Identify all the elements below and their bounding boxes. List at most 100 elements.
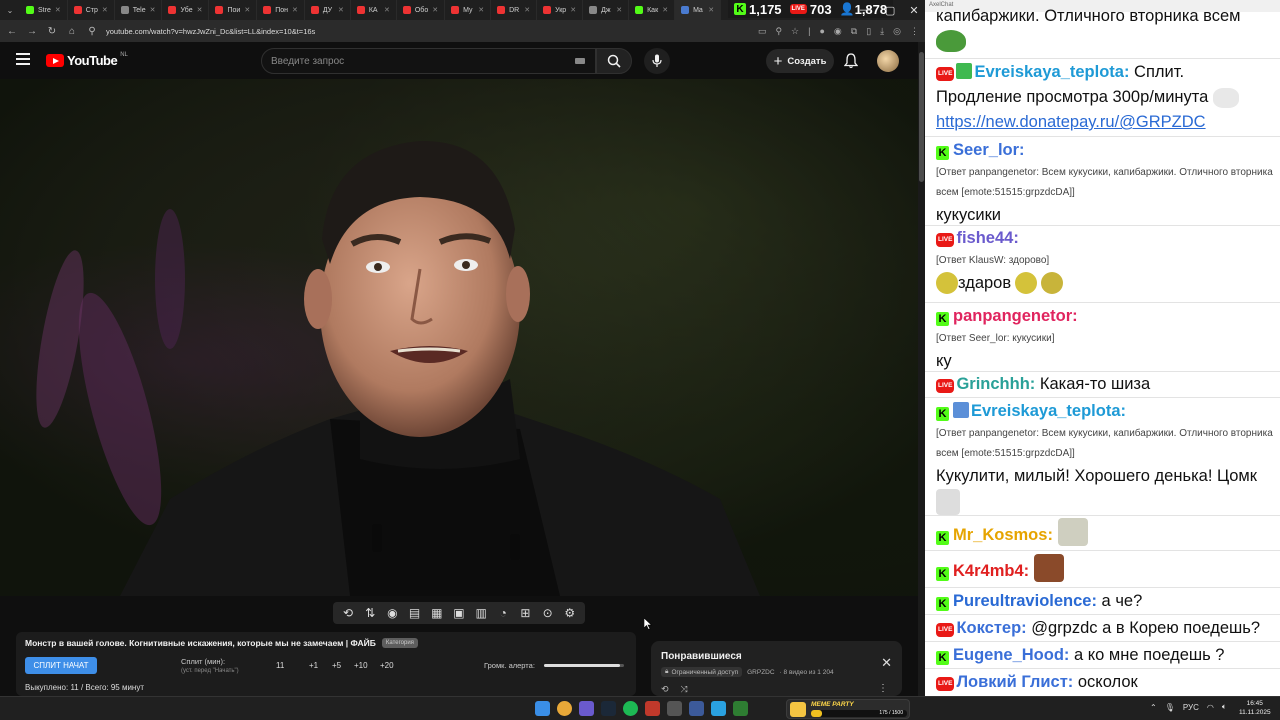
chat-username[interactable]: Eugene_Hood: xyxy=(953,646,1069,664)
film-icon[interactable]: ▦ xyxy=(430,606,444,620)
gear-icon[interactable]: ⚙ xyxy=(563,606,577,620)
download-icon[interactable]: ⤓ xyxy=(880,26,884,37)
language-indicator[interactable]: РУС xyxy=(1183,703,1199,712)
close-icon[interactable]: ✕ xyxy=(909,4,918,17)
app-icon[interactable] xyxy=(645,701,660,716)
browser-tab[interactable]: Ma ✕ xyxy=(675,0,722,20)
tab-close-icon[interactable]: ✕ xyxy=(662,6,668,14)
page-scrollbar[interactable] xyxy=(918,42,925,696)
notifications-button[interactable] xyxy=(842,52,860,70)
sidebar-icon[interactable]: ▯ xyxy=(866,26,871,37)
browser-tab[interactable]: Укр ✕ xyxy=(537,0,584,20)
chat-username[interactable]: Pureultraviolence: xyxy=(953,592,1097,610)
tab-close-icon[interactable]: ✕ xyxy=(197,6,203,14)
chat-username[interactable]: fishe44: xyxy=(956,229,1018,247)
tab-close-icon[interactable]: ✕ xyxy=(708,6,714,14)
back-icon[interactable]: ← xyxy=(6,26,18,37)
tab-search-icon[interactable]: ⌄ xyxy=(0,0,20,20)
screenshot-icon[interactable]: ⊙ xyxy=(541,606,555,620)
chrome-icon[interactable] xyxy=(557,701,572,716)
chat-username[interactable]: Grinchhh: xyxy=(956,375,1035,393)
chat-username[interactable]: Ловкий Глист: xyxy=(956,673,1073,691)
browser-tab[interactable]: Как ✕ xyxy=(629,0,676,20)
site-info-icon[interactable]: ⚲ xyxy=(86,26,98,37)
browser-tab[interactable]: DR ✕ xyxy=(491,0,538,20)
cards-icon[interactable]: ▤ xyxy=(408,606,422,620)
voice-search-button[interactable] xyxy=(644,48,670,74)
chat-username[interactable]: Mr_Kosmos: xyxy=(953,526,1053,544)
tab-close-icon[interactable]: ✕ xyxy=(244,6,250,14)
audio-icon[interactable]: ◉ xyxy=(385,606,399,620)
shuffle-icon[interactable]: ⤨ xyxy=(681,684,688,695)
create-button[interactable]: + Создать xyxy=(766,49,834,73)
keyboard-icon[interactable] xyxy=(575,58,585,64)
tab-close-icon[interactable]: ✕ xyxy=(616,6,622,14)
tab-close-icon[interactable]: ✕ xyxy=(570,6,576,14)
avatar[interactable] xyxy=(877,50,899,72)
chat-username[interactable]: Seer_lor: xyxy=(953,141,1025,159)
minimize-icon[interactable]: — xyxy=(860,4,871,16)
chevron-up-icon[interactable]: ⌃ xyxy=(1150,703,1157,712)
loop-icon[interactable]: ⟲ xyxy=(341,606,355,620)
tab-close-icon[interactable]: ✕ xyxy=(338,6,344,14)
screen-icon[interactable]: ▭ xyxy=(758,26,767,37)
miniplayer-icon[interactable]: ▣ xyxy=(452,606,466,620)
plus-5-button[interactable]: +5 xyxy=(332,661,341,670)
playlist-title[interactable]: Понравившиеся xyxy=(661,651,892,662)
extension-icon[interactable]: ◉ xyxy=(834,26,842,37)
sort-icon[interactable]: ⇅ xyxy=(363,606,377,620)
discord-icon[interactable] xyxy=(579,701,594,716)
chat-username[interactable]: Evreiskaya_teplota: xyxy=(971,402,1126,420)
subtitles-icon[interactable]: ▥ xyxy=(474,606,488,620)
zoom-icon[interactable]: ⚲ xyxy=(775,26,782,37)
tab-close-icon[interactable]: ✕ xyxy=(55,6,61,14)
wifi-icon[interactable]: ◠ xyxy=(1207,703,1214,712)
browser-tab[interactable]: Stre ✕ xyxy=(20,0,68,20)
home-icon[interactable]: ⌂ xyxy=(66,26,78,37)
windows-start-icon[interactable] xyxy=(535,701,550,716)
tab-close-icon[interactable]: ✕ xyxy=(524,6,530,14)
more-options-icon[interactable]: ⋮ xyxy=(878,683,888,694)
app-icon[interactable] xyxy=(667,701,682,716)
forward-icon[interactable]: → xyxy=(26,26,38,37)
bookmark-star-icon[interactable]: ☆ xyxy=(791,26,799,37)
maximize-icon[interactable]: ▢ xyxy=(885,4,895,17)
tab-close-icon[interactable]: ✕ xyxy=(478,6,484,14)
chat-username[interactable]: K4r4mb4: xyxy=(953,562,1029,580)
split-start-button[interactable]: СПЛИТ НАЧАТ xyxy=(25,657,97,674)
tab-close-icon[interactable]: ✕ xyxy=(102,6,108,14)
app-icon[interactable] xyxy=(689,701,704,716)
split-minutes-value[interactable]: 11 xyxy=(276,661,284,670)
browser-tab[interactable]: ДУ ✕ xyxy=(305,0,351,20)
browser-tab[interactable]: Пои ✕ xyxy=(209,0,258,20)
extensions-puzzle-icon[interactable]: ⧉ xyxy=(851,26,857,37)
browser-tab[interactable]: Стр ✕ xyxy=(68,0,115,20)
add-to-queue-icon[interactable]: ⊞ xyxy=(518,606,532,620)
steam-icon[interactable] xyxy=(601,701,616,716)
profile-icon[interactable]: ◎ xyxy=(893,26,901,37)
browser-tab[interactable]: Tele ✕ xyxy=(115,0,163,20)
mic-icon[interactable]: 🎙︎ xyxy=(1165,703,1175,712)
profile-dot-icon[interactable]: ● xyxy=(819,26,824,37)
browser-tab[interactable]: Дж ✕ xyxy=(583,0,630,20)
scrollbar-thumb[interactable] xyxy=(919,52,924,182)
chat-username[interactable]: Evreiskaya_teplota: xyxy=(974,63,1129,81)
browser-tab[interactable]: КА ✕ xyxy=(351,0,397,20)
playlist-owner[interactable]: GRPZDC xyxy=(747,669,774,676)
tab-close-icon[interactable]: ✕ xyxy=(292,6,298,14)
chat-link[interactable]: https://new.donatepay.ru/@GRPZDC xyxy=(936,113,1206,131)
chat-username[interactable]: Кокстер: xyxy=(956,619,1026,637)
volume-icon[interactable]: 🔈︎ xyxy=(1222,702,1227,712)
url-field[interactable]: youtube.com/watch?v=hwzJwZni_Dc&list=LL&… xyxy=(106,27,706,36)
clock[interactable]: 16:45 11.11.2025 xyxy=(1239,699,1271,717)
reload-icon[interactable]: ↻ xyxy=(46,26,58,37)
browser-tab[interactable]: Пон ✕ xyxy=(257,0,305,20)
app-icon[interactable] xyxy=(733,701,748,716)
alert-volume-slider[interactable] xyxy=(544,664,624,667)
video-player[interactable] xyxy=(0,79,918,596)
tab-close-icon[interactable]: ✕ xyxy=(432,6,438,14)
plus-10-button[interactable]: +10 xyxy=(354,661,368,670)
tab-close-icon[interactable]: ✕ xyxy=(384,6,390,14)
spotify-icon[interactable] xyxy=(623,701,638,716)
browser-menu-icon[interactable]: ⋮ xyxy=(910,26,919,37)
